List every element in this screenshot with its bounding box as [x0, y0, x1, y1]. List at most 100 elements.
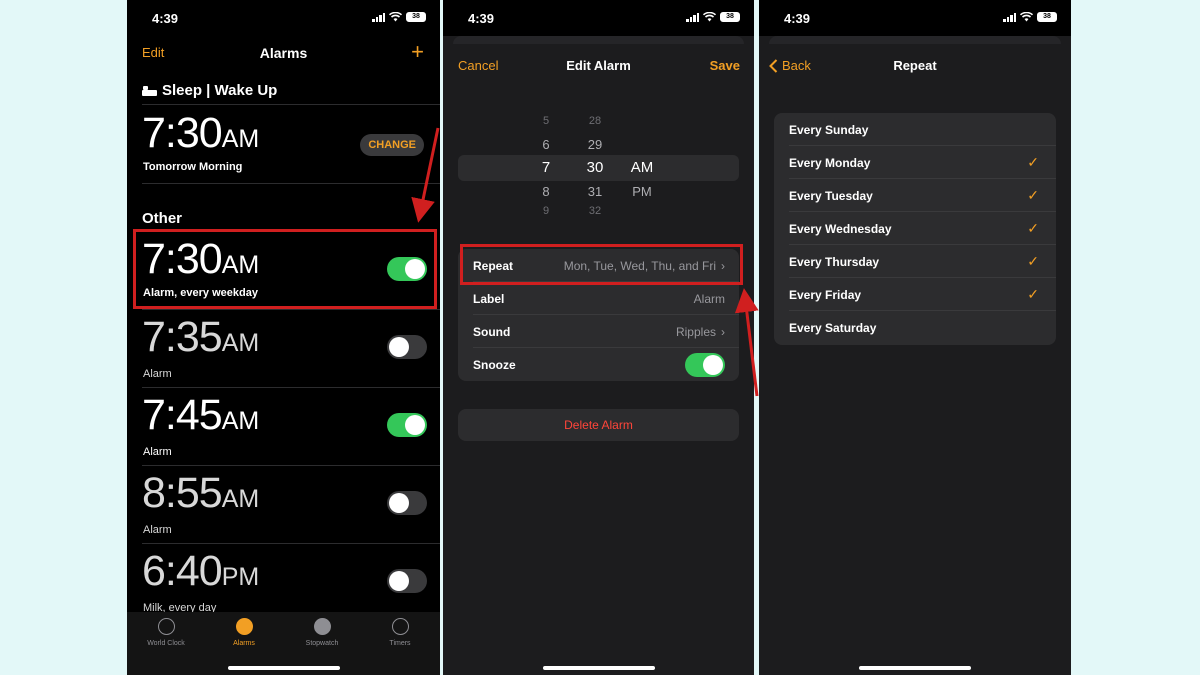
- label-row[interactable]: Label Alarm: [458, 282, 739, 315]
- day-label: Every Thursday: [789, 255, 880, 269]
- alarm-toggle[interactable]: [387, 413, 427, 437]
- minute-option[interactable]: 28: [580, 115, 610, 127]
- battery-icon: 38: [1037, 12, 1057, 22]
- stopwatch-icon: [313, 618, 331, 635]
- alarm-label: Alarm: [143, 524, 172, 536]
- day-row-saturday[interactable]: Every Saturday: [774, 311, 1056, 344]
- sound-label: Sound: [473, 325, 511, 339]
- snooze-row: Snooze: [458, 348, 739, 381]
- repeat-screen: 4:39 38 Back Repeat Every Sunday Every M…: [759, 0, 1071, 675]
- change-button[interactable]: CHANGE: [360, 134, 424, 156]
- add-alarm-button[interactable]: +: [411, 39, 424, 65]
- hour-option[interactable]: 9: [531, 205, 561, 217]
- home-indicator: [859, 666, 971, 670]
- hour-option[interactable]: 5: [531, 115, 561, 127]
- tab-timers[interactable]: Timers: [364, 618, 436, 647]
- delete-alarm-button[interactable]: Delete Alarm: [458, 409, 739, 441]
- hour-option[interactable]: 6: [531, 137, 561, 152]
- page-title: Repeat: [893, 58, 937, 73]
- alarm-toggle[interactable]: [387, 335, 427, 359]
- sheet-edge: [769, 36, 1061, 44]
- page-title: Edit Alarm: [566, 58, 631, 73]
- minute-option[interactable]: 29: [580, 137, 610, 152]
- minute-option[interactable]: 32: [580, 205, 610, 217]
- sleep-alarm-row[interactable]: 7:30AM Tomorrow Morning CHANGE: [127, 105, 440, 181]
- alarm-time: 7:30AM: [142, 109, 260, 157]
- home-indicator: [542, 666, 655, 670]
- tab-alarms[interactable]: Alarms: [208, 618, 280, 647]
- save-button[interactable]: Save: [710, 58, 740, 73]
- globe-icon: [157, 618, 175, 635]
- sound-value: Ripples ›: [675, 325, 725, 339]
- status-bar: 4:39 38: [443, 0, 754, 36]
- alarm-label: Alarm: [143, 446, 172, 458]
- alarm-row[interactable]: 7:35AM Alarm: [127, 309, 440, 385]
- highlight-box: [133, 229, 437, 309]
- alarm-row[interactable]: 8:55AM Alarm: [127, 465, 440, 541]
- bed-icon: [142, 85, 157, 96]
- hour-selected[interactable]: 7: [531, 159, 561, 176]
- day-label: Every Sunday: [789, 123, 869, 137]
- minute-selected[interactable]: 30: [580, 159, 610, 176]
- battery-icon: 38: [720, 12, 740, 22]
- status-time: 4:39: [468, 11, 495, 26]
- status-bar: 4:39 38: [127, 0, 440, 36]
- alarm-time: 6:40PM: [142, 547, 260, 595]
- wifi-icon: [389, 12, 402, 22]
- label-label: Label: [473, 292, 505, 306]
- sheet-edge: [453, 36, 744, 44]
- status-bar: 4:39 38: [759, 0, 1071, 36]
- checkmark-icon: ✓: [1027, 187, 1039, 203]
- battery-icon: 38: [406, 12, 426, 22]
- home-indicator: [227, 666, 340, 670]
- hour-option[interactable]: 8: [531, 184, 561, 199]
- chevron-right-icon: ›: [721, 325, 725, 339]
- day-label: Every Monday: [789, 156, 871, 170]
- day-row-monday[interactable]: Every Monday ✓: [774, 146, 1056, 179]
- signal-icon: [1003, 12, 1016, 22]
- checkmark-icon: ✓: [1027, 154, 1039, 170]
- alarm-time: 7:35AM: [142, 313, 260, 361]
- alarm-toggle[interactable]: [387, 491, 427, 515]
- day-row-tuesday[interactable]: Every Tuesday ✓: [774, 179, 1056, 212]
- signal-icon: [686, 12, 699, 22]
- tab-stopwatch[interactable]: Stopwatch: [286, 618, 358, 647]
- checkmark-icon: ✓: [1027, 220, 1039, 236]
- day-label: Every Friday: [789, 288, 862, 302]
- alarm-label: Alarm: [143, 368, 172, 380]
- highlight-box: [460, 244, 743, 285]
- nav-bar: Back Repeat: [759, 55, 1071, 77]
- repeat-days-list: Every Sunday Every Monday ✓ Every Tuesda…: [774, 113, 1056, 345]
- nav-bar: Cancel Edit Alarm Save: [443, 55, 754, 77]
- timer-icon: [391, 618, 409, 635]
- day-row-sunday[interactable]: Every Sunday: [774, 113, 1056, 146]
- day-label: Every Tuesday: [789, 189, 873, 203]
- tab-world-clock[interactable]: World Clock: [130, 618, 202, 647]
- day-label: Every Saturday: [789, 321, 877, 335]
- status-time: 4:39: [784, 11, 811, 26]
- sound-row[interactable]: Sound Ripples ›: [458, 315, 739, 348]
- alarm-clock-icon: [235, 618, 253, 635]
- snooze-label: Snooze: [473, 358, 516, 372]
- label-value: Alarm: [693, 292, 725, 306]
- alarm-toggle[interactable]: [387, 569, 427, 593]
- ampm-selected[interactable]: AM: [627, 159, 657, 176]
- wifi-icon: [1020, 12, 1033, 22]
- snooze-toggle[interactable]: [685, 353, 725, 377]
- day-row-wednesday[interactable]: Every Wednesday ✓: [774, 212, 1056, 245]
- alarm-time: 8:55AM: [142, 469, 260, 517]
- alarm-row[interactable]: 6:40PM Milk, every day: [127, 543, 440, 619]
- day-row-thursday[interactable]: Every Thursday ✓: [774, 245, 1056, 278]
- checkmark-icon: ✓: [1027, 253, 1039, 269]
- other-section-header: Other: [142, 210, 183, 227]
- alarm-row[interactable]: 7:45AM Alarm: [127, 387, 440, 463]
- alarm-time: 7:45AM: [142, 391, 260, 439]
- nav-bar: Edit Alarms +: [127, 39, 440, 66]
- day-row-friday[interactable]: Every Friday ✓: [774, 278, 1056, 311]
- minute-option[interactable]: 31: [580, 184, 610, 199]
- sleep-section-header: Sleep | Wake Up: [142, 82, 277, 99]
- alarms-screen: 4:39 38 Edit Alarms + Sleep | Wake Up 7:…: [127, 0, 440, 675]
- sleep-header-label: Sleep | Wake Up: [162, 82, 278, 99]
- ampm-option[interactable]: PM: [627, 184, 657, 199]
- edit-alarm-screen: 4:39 38 Cancel Edit Alarm Save 5 6 7 8 9…: [443, 0, 754, 675]
